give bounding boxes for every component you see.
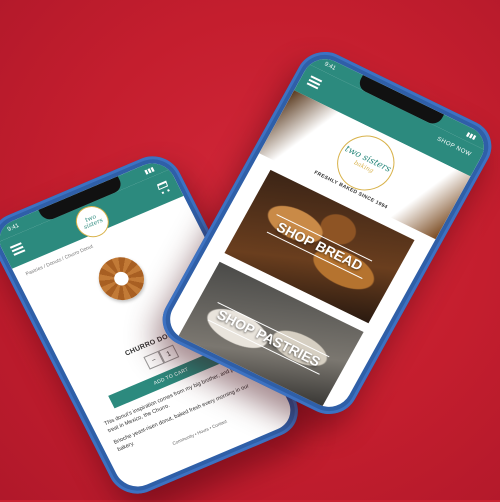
shop-pastries-label: SHOP PASTRIES bbox=[207, 302, 330, 375]
menu-icon[interactable] bbox=[306, 75, 323, 90]
battery-icon: ▮▮▮ bbox=[143, 166, 156, 176]
product-image bbox=[91, 250, 152, 307]
menu-icon[interactable] bbox=[9, 242, 26, 256]
battery-icon: ▮▮▮ bbox=[465, 131, 478, 141]
status-time: 9:41 bbox=[323, 61, 337, 72]
cart-icon[interactable] bbox=[155, 179, 171, 193]
status-time: 9:41 bbox=[6, 223, 21, 233]
shop-bread-label: SHOP BREAD bbox=[267, 214, 372, 279]
